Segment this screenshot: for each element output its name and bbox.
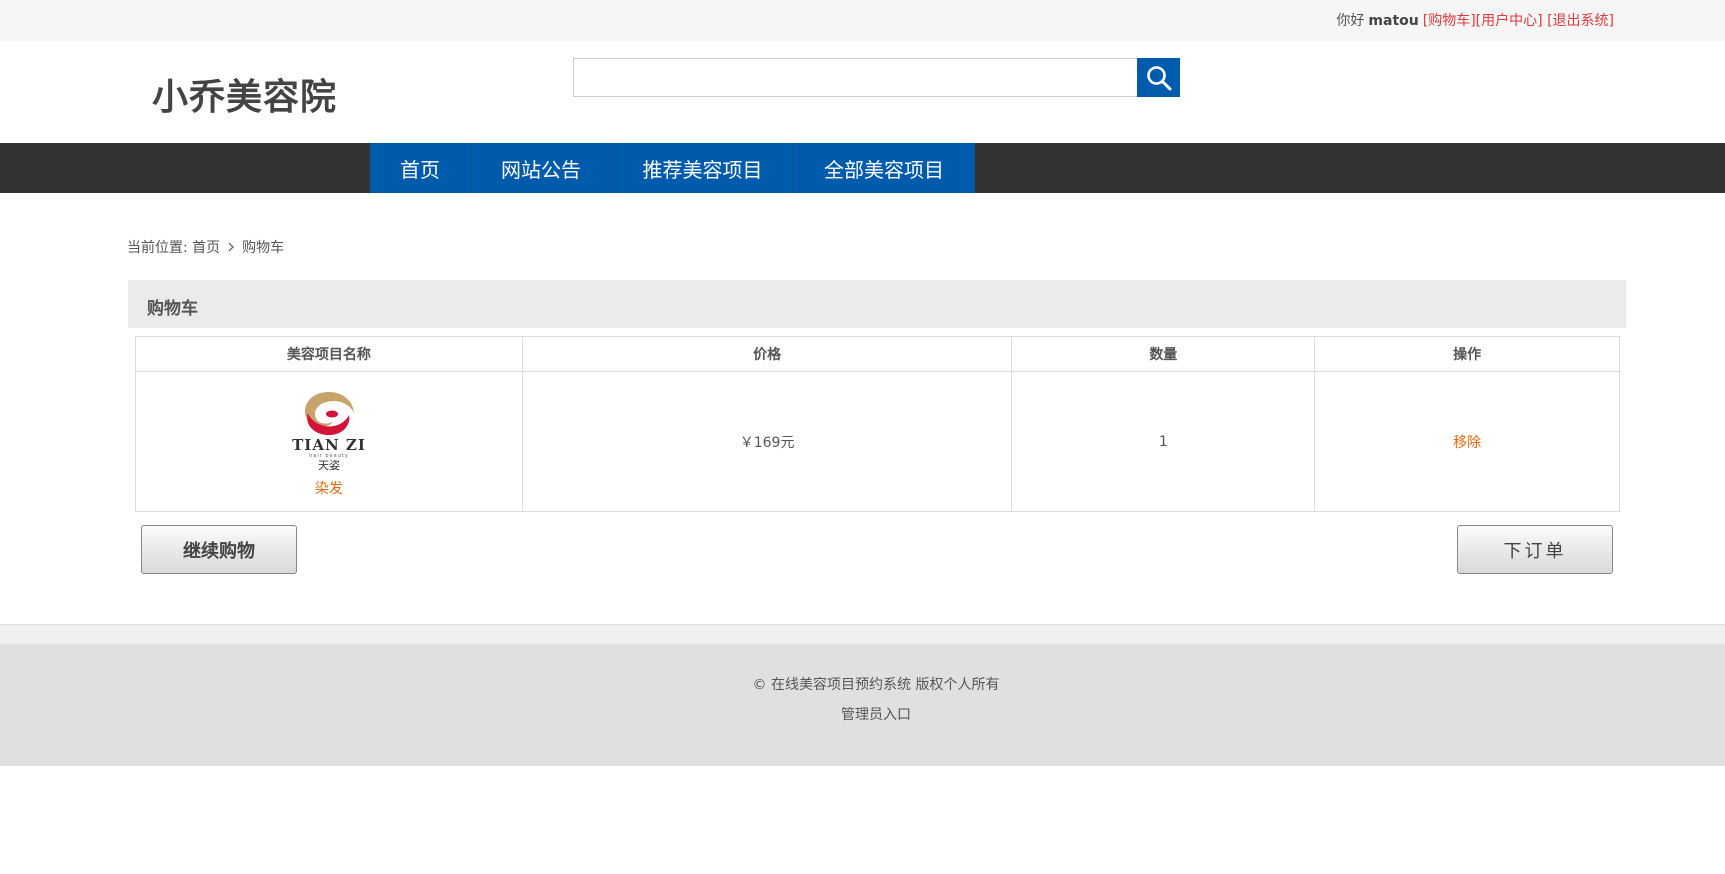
column-header-quantity: 数量 <box>1011 336 1316 372</box>
table-row: TIAN ZI hair beauty 天姿 染发 ￥169元 1 移除 <box>135 371 1620 512</box>
cart-table: 美容项目名称 价格 数量 操作 TIAN ZI hair beauty 天姿 染… <box>135 336 1620 512</box>
breadcrumb-current: 购物车 <box>242 240 285 256</box>
nav-item-recommended[interactable]: 推荐美容项目 <box>612 143 794 193</box>
product-cell: TIAN ZI hair beauty 天姿 染发 <box>135 371 523 512</box>
column-header-name: 美容项目名称 <box>135 336 523 372</box>
user-center-link[interactable]: [用户中心] <box>1476 13 1543 29</box>
nav-item-all-projects[interactable]: 全部美容项目 <box>794 143 975 193</box>
breadcrumb-home[interactable]: 首页 <box>192 237 220 257</box>
column-header-price: 价格 <box>521 336 1013 372</box>
remove-button[interactable]: 移除 <box>1453 435 1481 451</box>
product-logo-cn: 天姿 <box>318 459 340 472</box>
place-order-button[interactable]: 下订单 <box>1457 525 1613 574</box>
footer-copyright: © 在线美容项目预约系统 版权个人所有 <box>752 677 1000 693</box>
continue-shopping-button[interactable]: 继续购物 <box>141 525 297 574</box>
search-input[interactable] <box>573 58 1138 97</box>
breadcrumb-prefix: 当前位置: <box>127 240 188 256</box>
footer-divider <box>0 624 1725 644</box>
cart-title: 购物车 <box>147 299 198 319</box>
product-logo-brand: TIAN ZI <box>292 436 366 454</box>
greeting-text: 你好 <box>1336 13 1365 29</box>
product-image[interactable]: TIAN ZI hair beauty 天姿 <box>288 386 370 472</box>
price-cell: ￥169元 <box>521 371 1013 512</box>
chevron-right-icon <box>228 242 235 252</box>
product-name-link[interactable]: 染发 <box>315 478 343 498</box>
cart-panel-header: 购物车 <box>128 280 1626 328</box>
nav-item-announcements[interactable]: 网站公告 <box>471 143 612 193</box>
search-bar <box>573 58 1180 97</box>
action-cell: 移除 <box>1314 371 1620 512</box>
user-bar: 你好 matou [购物车][用户中心] [退出系统] <box>1336 10 1614 30</box>
column-header-action: 操作 <box>1314 336 1620 372</box>
footer: © 在线美容项目预约系统 版权个人所有 管理员入口 <box>0 644 1725 766</box>
breadcrumb: 当前位置: 首页 购物车 <box>127 237 284 257</box>
table-header-row: 美容项目名称 价格 数量 操作 <box>135 336 1620 372</box>
search-button[interactable] <box>1137 58 1180 97</box>
site-logo[interactable]: 小乔美容院 <box>152 68 337 120</box>
top-bar: 你好 matou [购物车][用户中心] [退出系统] <box>0 0 1725 41</box>
nav-item-home[interactable]: 首页 <box>370 143 471 193</box>
quantity-cell: 1 <box>1011 371 1316 512</box>
admin-entry-link[interactable]: 管理员入口 <box>0 704 1725 724</box>
username: matou <box>1368 13 1419 29</box>
search-icon <box>1146 65 1171 90</box>
main-nav: 首页 网站公告 推荐美容项目 全部美容项目 <box>0 143 1725 193</box>
cart-link[interactable]: [购物车] <box>1423 13 1476 29</box>
logout-link[interactable]: [退出系统] <box>1547 13 1614 29</box>
